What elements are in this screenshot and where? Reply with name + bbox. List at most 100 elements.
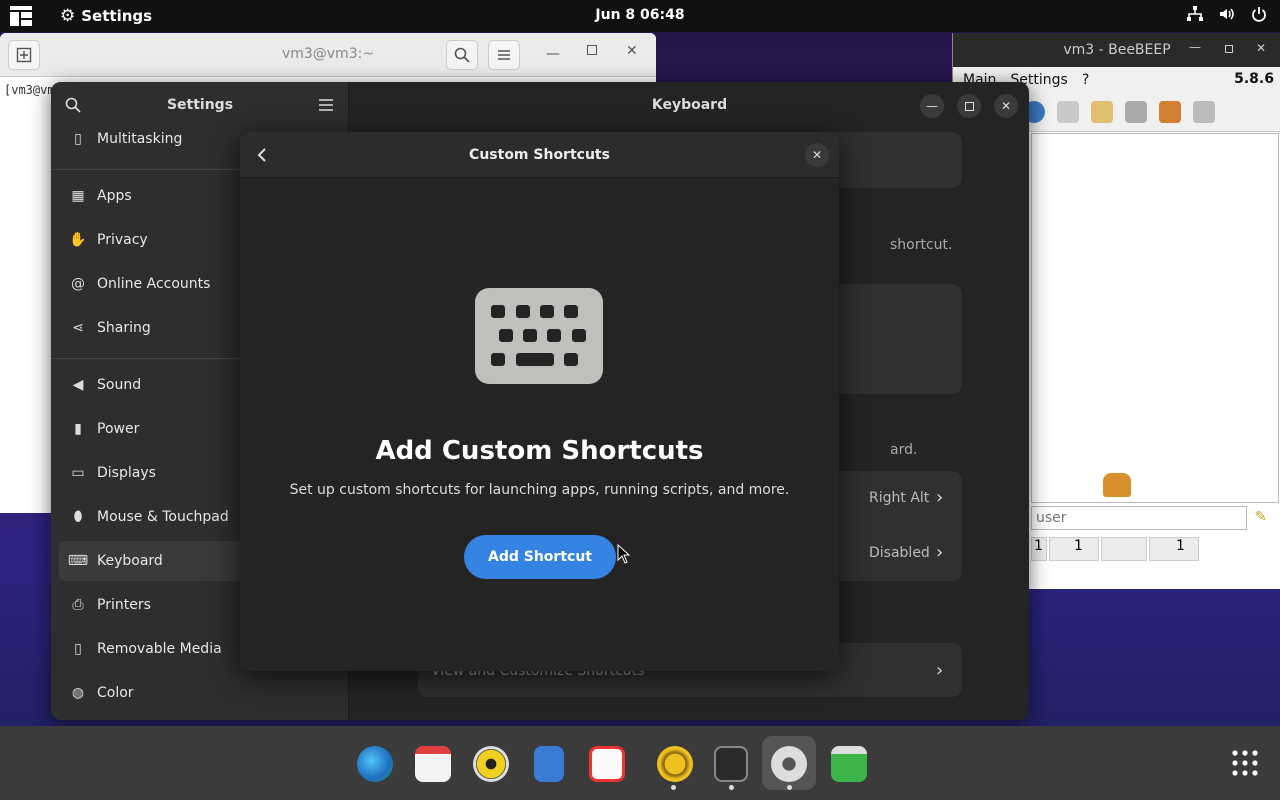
clear-icon[interactable]: ✎: [1255, 509, 1267, 525]
sidebar-item-label: Printers: [97, 597, 151, 613]
beebeep-titlebar[interactable]: vm3 - BeeBEEP — ✕: [953, 33, 1280, 67]
chat-tab[interactable]: 1: [1049, 537, 1099, 561]
tools-icon[interactable]: [1125, 100, 1147, 123]
close-icon: ✕: [811, 148, 823, 162]
bg-text: shortcut.: [890, 237, 953, 253]
close-button[interactable]: ✕: [994, 94, 1018, 118]
sidebar-title: Settings: [166, 97, 234, 113]
music-player-icon[interactable]: [473, 746, 509, 782]
dock: [0, 726, 1280, 800]
minimize-icon[interactable]: —: [1189, 40, 1201, 54]
sidebar-item-label: Sound: [97, 377, 142, 393]
chevron-right-icon[interactable]: ›: [936, 660, 943, 681]
app-menu-label: Settings: [81, 7, 153, 25]
mouse-cursor-icon: [617, 544, 631, 564]
beebeep-icon[interactable]: [657, 746, 693, 782]
status-count: 1: [1034, 538, 1043, 554]
hamburger-icon[interactable]: [318, 98, 334, 112]
menu-help[interactable]: ?: [1082, 72, 1089, 88]
running-indicator: [787, 785, 792, 790]
sidebar-item-label: Sharing: [97, 320, 151, 336]
hamburger-icon: [498, 50, 510, 60]
power-icon: ▮: [74, 421, 82, 437]
displays-icon: ▭: [71, 465, 85, 481]
user-search-input[interactable]: [1031, 506, 1247, 530]
sidebar-item-label: Power: [97, 421, 140, 437]
search-icon: [454, 47, 470, 63]
search-button[interactable]: [446, 40, 478, 70]
text-editor-icon[interactable]: [534, 746, 564, 782]
maximize-button[interactable]: [957, 94, 981, 118]
sidebar-item-label: Multitasking: [97, 131, 183, 147]
system-tray[interactable]: [1186, 0, 1268, 32]
maximize-icon[interactable]: [587, 45, 597, 55]
removable-media-icon: ▯: [74, 641, 82, 657]
keyboard-icon: [475, 288, 603, 384]
maximize-icon: [964, 101, 974, 111]
running-indicator: [671, 785, 676, 790]
software-store-icon[interactable]: [589, 746, 625, 782]
add-shortcut-button[interactable]: Add Shortcut: [464, 535, 616, 579]
compose-key-value[interactable]: Disabled: [869, 545, 930, 561]
files-tab[interactable]: 1: [1149, 537, 1199, 561]
maximize-icon[interactable]: [1225, 45, 1233, 53]
apps-icon: ▦: [71, 188, 85, 204]
close-icon: ✕: [1000, 99, 1012, 113]
online-accounts-icon: @: [71, 276, 85, 292]
clock[interactable]: Jun 8 06:48: [0, 7, 1280, 23]
sidebar-item-color[interactable]: ◍ Color: [59, 673, 341, 713]
power-icon: [1250, 5, 1268, 27]
user-list[interactable]: [1031, 133, 1279, 503]
network-icon: [1186, 5, 1204, 27]
printers-icon: ⎙: [72, 597, 84, 613]
close-icon[interactable]: ✕: [626, 43, 638, 59]
bg-text: ard.: [890, 442, 918, 458]
dialog-subtitle: Set up custom shortcuts for launching ap…: [289, 482, 790, 498]
sidebar-item-label: Removable Media: [97, 641, 222, 657]
app-menu[interactable]: ⚙ Settings: [60, 0, 152, 32]
running-indicator: [729, 785, 734, 790]
terminal-icon[interactable]: [714, 746, 748, 782]
show-apps-icon[interactable]: [1232, 750, 1258, 776]
dialog-title: Custom Shortcuts: [469, 147, 610, 163]
sidebar-item-label: Displays: [97, 465, 156, 481]
status-tab-1[interactable]: 1: [1031, 537, 1047, 561]
sound-icon: ◀: [72, 377, 84, 393]
minimize-button[interactable]: —: [920, 94, 944, 118]
calendar-icon[interactable]: [415, 746, 451, 782]
users-icon: [1103, 473, 1131, 497]
top-bar: ⚙ Settings Jun 8 06:48: [0, 0, 1280, 32]
dialog-close-button[interactable]: ✕: [805, 143, 829, 167]
main-header: Keyboard — ✕: [350, 82, 1029, 128]
keyboard-icon: ⌨: [67, 553, 89, 569]
minimize-icon: —: [926, 99, 938, 113]
gear-icon: ⚙: [60, 6, 76, 26]
mouse-icon: ⬮: [73, 509, 83, 525]
sidebar-item-label: Privacy: [97, 232, 148, 248]
browser-icon[interactable]: [357, 746, 393, 782]
trash-icon[interactable]: [831, 746, 867, 782]
chevron-right-icon[interactable]: ›: [936, 542, 943, 563]
chevron-right-icon[interactable]: ›: [936, 487, 943, 508]
sidebar-item-label: Mouse & Touchpad: [97, 509, 229, 525]
volume-icon: [1218, 5, 1236, 27]
minimize-icon[interactable]: —: [546, 46, 560, 62]
edit-icon[interactable]: [1091, 100, 1113, 123]
terminal-menu-button[interactable]: [488, 40, 520, 70]
sidebar-item-label: Color: [97, 685, 134, 701]
terminal-titlebar[interactable]: vm3@vm3:~ — ✕: [0, 33, 656, 77]
settings-icon[interactable]: [771, 746, 807, 782]
trash-icon[interactable]: [1193, 100, 1215, 123]
dialog-heading: Add Custom Shortcuts: [375, 436, 704, 466]
sidebar-item-label: Keyboard: [97, 553, 163, 569]
share-icon[interactable]: [1159, 100, 1181, 123]
home-icon[interactable]: [1057, 100, 1079, 123]
close-icon[interactable]: ✕: [1256, 41, 1266, 55]
privacy-icon: ✋: [69, 232, 87, 248]
files-count: 1: [1176, 538, 1185, 554]
groups-tab[interactable]: [1101, 537, 1147, 561]
activities-icon[interactable]: [10, 6, 32, 26]
alternate-characters-key-value[interactable]: Right Alt: [869, 490, 929, 506]
custom-shortcuts-dialog[interactable]: Custom Shortcuts ✕ Add Custom Shortcuts …: [240, 132, 839, 671]
sidebar-item-label: Online Accounts: [97, 276, 211, 292]
